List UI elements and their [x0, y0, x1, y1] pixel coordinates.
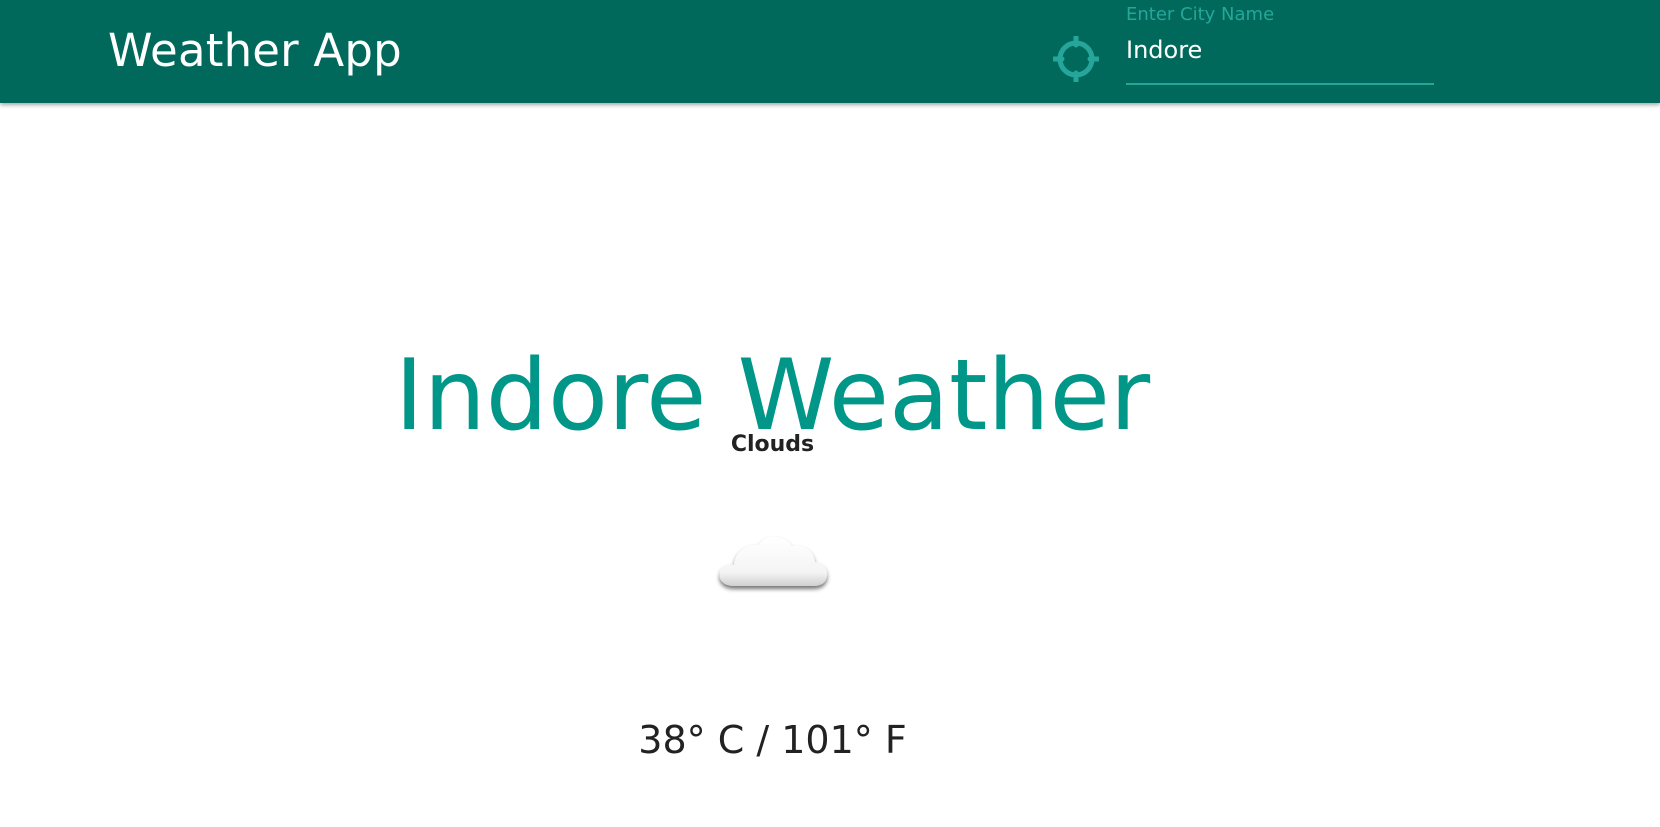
cloud-icon [712, 520, 832, 600]
app-title: Weather App [108, 24, 402, 77]
city-input-label: Enter City Name [1126, 4, 1275, 25]
crosshair-gps-icon [1053, 36, 1099, 82]
current-location-button[interactable] [1053, 36, 1099, 82]
city-input-underline [1126, 83, 1434, 85]
weather-app: Weather App Enter City Name Indore Weath… [0, 0, 1660, 827]
app-bar: Weather App Enter City Name [0, 0, 1660, 103]
weather-description: Clouds [730, 432, 815, 457]
city-search-field: Enter City Name [1126, 0, 1434, 88]
temperature-readout: 38° C / 101° F [638, 718, 907, 762]
city-input[interactable] [1126, 32, 1434, 68]
